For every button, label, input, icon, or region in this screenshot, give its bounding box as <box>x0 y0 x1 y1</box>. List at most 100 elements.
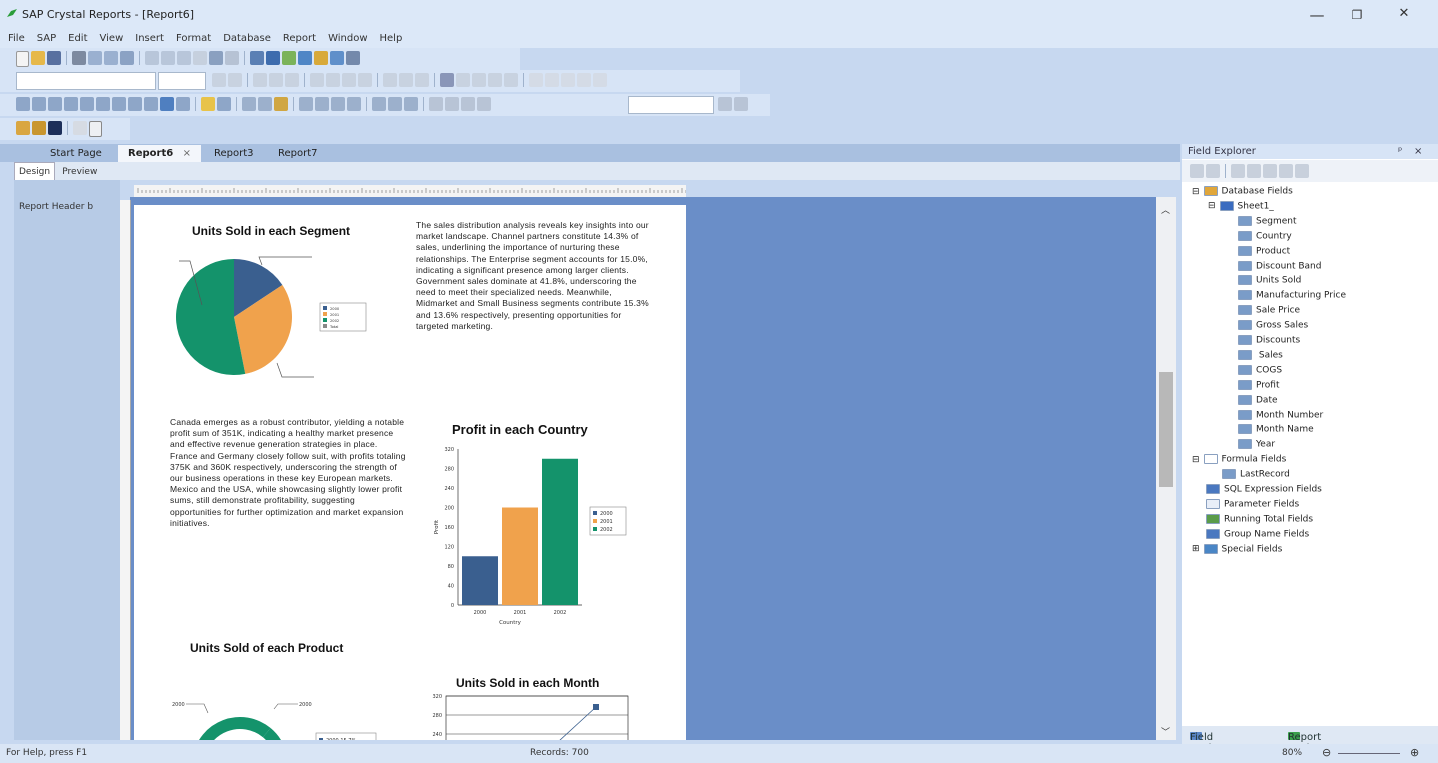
scroll-up-icon[interactable]: ︿ <box>1161 203 1170 216</box>
align-center-icon[interactable] <box>326 73 340 87</box>
tree-item-sql-expression-fields[interactable]: SQL Expression Fields <box>1206 484 1322 495</box>
insert-olap-icon[interactable] <box>80 97 94 111</box>
page-number-input[interactable] <box>628 96 714 114</box>
insert-line-icon[interactable] <box>112 97 126 111</box>
insert-crosstab-icon[interactable] <box>64 97 78 111</box>
line4-point[interactable] <box>593 704 599 710</box>
print-preview-icon[interactable] <box>88 51 102 65</box>
tree-item-discounts[interactable]: Discounts <box>1238 335 1300 346</box>
tab-report6[interactable]: Report6 × <box>118 145 202 162</box>
tab-close-icon[interactable]: × <box>183 148 191 159</box>
tree-expand-toggle-icon[interactable]: ⊟ <box>1192 187 1200 197</box>
export-icon[interactable] <box>104 51 118 65</box>
insert-chart-icon[interactable] <box>160 97 174 111</box>
tree-item-gross-sales[interactable]: Gross Sales <box>1238 320 1308 331</box>
tree-expand-toggle-icon[interactable]: ⊞ <box>1192 544 1200 554</box>
list-icon[interactable] <box>89 121 102 137</box>
tree-item-special-fields[interactable]: ⊞ Special Fields <box>1192 543 1282 554</box>
tree-item-segment[interactable]: Segment <box>1238 215 1297 226</box>
tree-item-year[interactable]: Year <box>1238 439 1275 450</box>
underline-icon[interactable] <box>285 73 299 87</box>
sort-expert-icon[interactable] <box>266 51 280 65</box>
tab-preview[interactable]: Preview <box>58 163 101 181</box>
tree-item-month-number[interactable]: Month Number <box>1238 409 1323 420</box>
redo-icon[interactable] <box>225 51 239 65</box>
panel-close-icon[interactable]: × <box>1414 144 1422 159</box>
menu-insert[interactable]: Insert <box>129 30 170 48</box>
report-header-section-label[interactable]: Report Header b <box>19 202 93 212</box>
tab-start-page[interactable]: Start Page <box>40 145 112 162</box>
delete-icon[interactable] <box>1295 164 1309 178</box>
tree-item-lastrecord[interactable]: LastRecord <box>1222 469 1290 480</box>
sort-descending-icon[interactable] <box>258 97 272 111</box>
last-page-icon[interactable] <box>734 97 748 111</box>
font-size-combo[interactable] <box>158 72 206 90</box>
zoom-in-button[interactable]: ⊕ <box>1410 746 1419 759</box>
select-expert-icon[interactable] <box>282 51 296 65</box>
zoom-out-button[interactable]: ⊖ <box>1322 746 1331 759</box>
sort-ascending-icon[interactable] <box>242 97 256 111</box>
align-left-icon[interactable] <box>310 73 324 87</box>
insert-text-object-icon[interactable] <box>16 97 30 111</box>
align-right-icon[interactable] <box>342 73 356 87</box>
grow-font-icon[interactable] <box>212 73 226 87</box>
font-name-combo[interactable] <box>16 72 156 90</box>
maximize-button[interactable]: ❐ <box>1342 8 1372 22</box>
menu-format[interactable]: Format <box>170 30 217 48</box>
tree-item-cogs[interactable]: COGS <box>1238 364 1282 375</box>
font-color-icon[interactable] <box>440 73 454 87</box>
donut3-slice[interactable] <box>193 717 271 740</box>
menu-report[interactable]: Report <box>277 30 322 48</box>
tree-item-month-name[interactable]: Month Name <box>1238 424 1314 435</box>
formula-workshop-icon[interactable] <box>314 51 328 65</box>
repository-icon[interactable] <box>404 97 418 111</box>
vertical-scrollbar[interactable]: ︿ ﹀ <box>1156 197 1176 740</box>
report-explorer-icon[interactable] <box>388 97 402 111</box>
open-icon[interactable] <box>31 51 45 65</box>
stop-icon[interactable] <box>445 97 459 111</box>
vertical-ruler[interactable] <box>120 200 131 740</box>
formula-icon[interactable] <box>315 97 329 111</box>
insert-field-icon[interactable] <box>217 97 231 111</box>
line-weight-icon[interactable] <box>415 73 429 87</box>
product-donut-chart[interactable]: 2000 2000 2000 15.7% <box>164 693 414 740</box>
format-painter-icon[interactable] <box>193 51 207 65</box>
scrollbar-thumb[interactable] <box>1159 372 1173 487</box>
tree-item-country[interactable]: Country <box>1238 230 1292 241</box>
insert-picture-icon[interactable] <box>144 97 158 111</box>
tree-expand-toggle-icon[interactable]: ⊟ <box>1192 455 1200 465</box>
country-analysis-text[interactable]: Canada emerges as a robust contributor, … <box>170 417 406 529</box>
suppress-icon[interactable] <box>472 73 486 87</box>
duplicate-icon[interactable] <box>1263 164 1277 178</box>
menu-file[interactable]: File <box>0 30 31 48</box>
percent-icon[interactable] <box>561 73 575 87</box>
pin-icon[interactable]: ᵖ <box>1398 144 1402 159</box>
tree-item-manufacturing-price[interactable]: Manufacturing Price <box>1238 290 1346 301</box>
minimize-button[interactable]: — <box>1302 6 1332 24</box>
filter-icon[interactable] <box>274 97 288 111</box>
tree-item-sale-price[interactable]: Sale Price <box>1238 305 1300 316</box>
cut-icon[interactable] <box>145 51 159 65</box>
zoom-slider[interactable] <box>1338 753 1400 754</box>
close-button[interactable]: ✕ <box>1389 6 1419 21</box>
browse-icon[interactable] <box>1206 164 1220 178</box>
template-icon[interactable] <box>32 121 46 135</box>
thousands-icon[interactable] <box>545 73 559 87</box>
group-expert-icon[interactable] <box>250 51 264 65</box>
tab-report7[interactable]: Report7 <box>268 145 328 162</box>
tree-item-database-fields[interactable]: ⊟ Database Fields <box>1192 186 1293 197</box>
menu-view[interactable]: View <box>94 30 130 48</box>
find-icon[interactable] <box>346 51 360 65</box>
copy-icon[interactable] <box>161 51 175 65</box>
currency-icon[interactable] <box>529 73 543 87</box>
save-data-icon[interactable] <box>48 121 62 135</box>
tree-expand-toggle-icon[interactable]: ⊟ <box>1208 201 1216 211</box>
insert-map-icon[interactable] <box>176 97 190 111</box>
new-report-icon[interactable] <box>16 51 29 67</box>
bold-icon[interactable] <box>253 73 267 87</box>
bar2-bar-2002[interactable] <box>542 458 578 605</box>
undo-icon[interactable] <box>209 51 223 65</box>
tab-design[interactable]: Design <box>14 162 56 182</box>
tree-item-parameter-fields[interactable]: Parameter Fields <box>1206 498 1299 509</box>
tree-item-formula-fields[interactable]: ⊟ Formula Fields <box>1192 454 1286 465</box>
